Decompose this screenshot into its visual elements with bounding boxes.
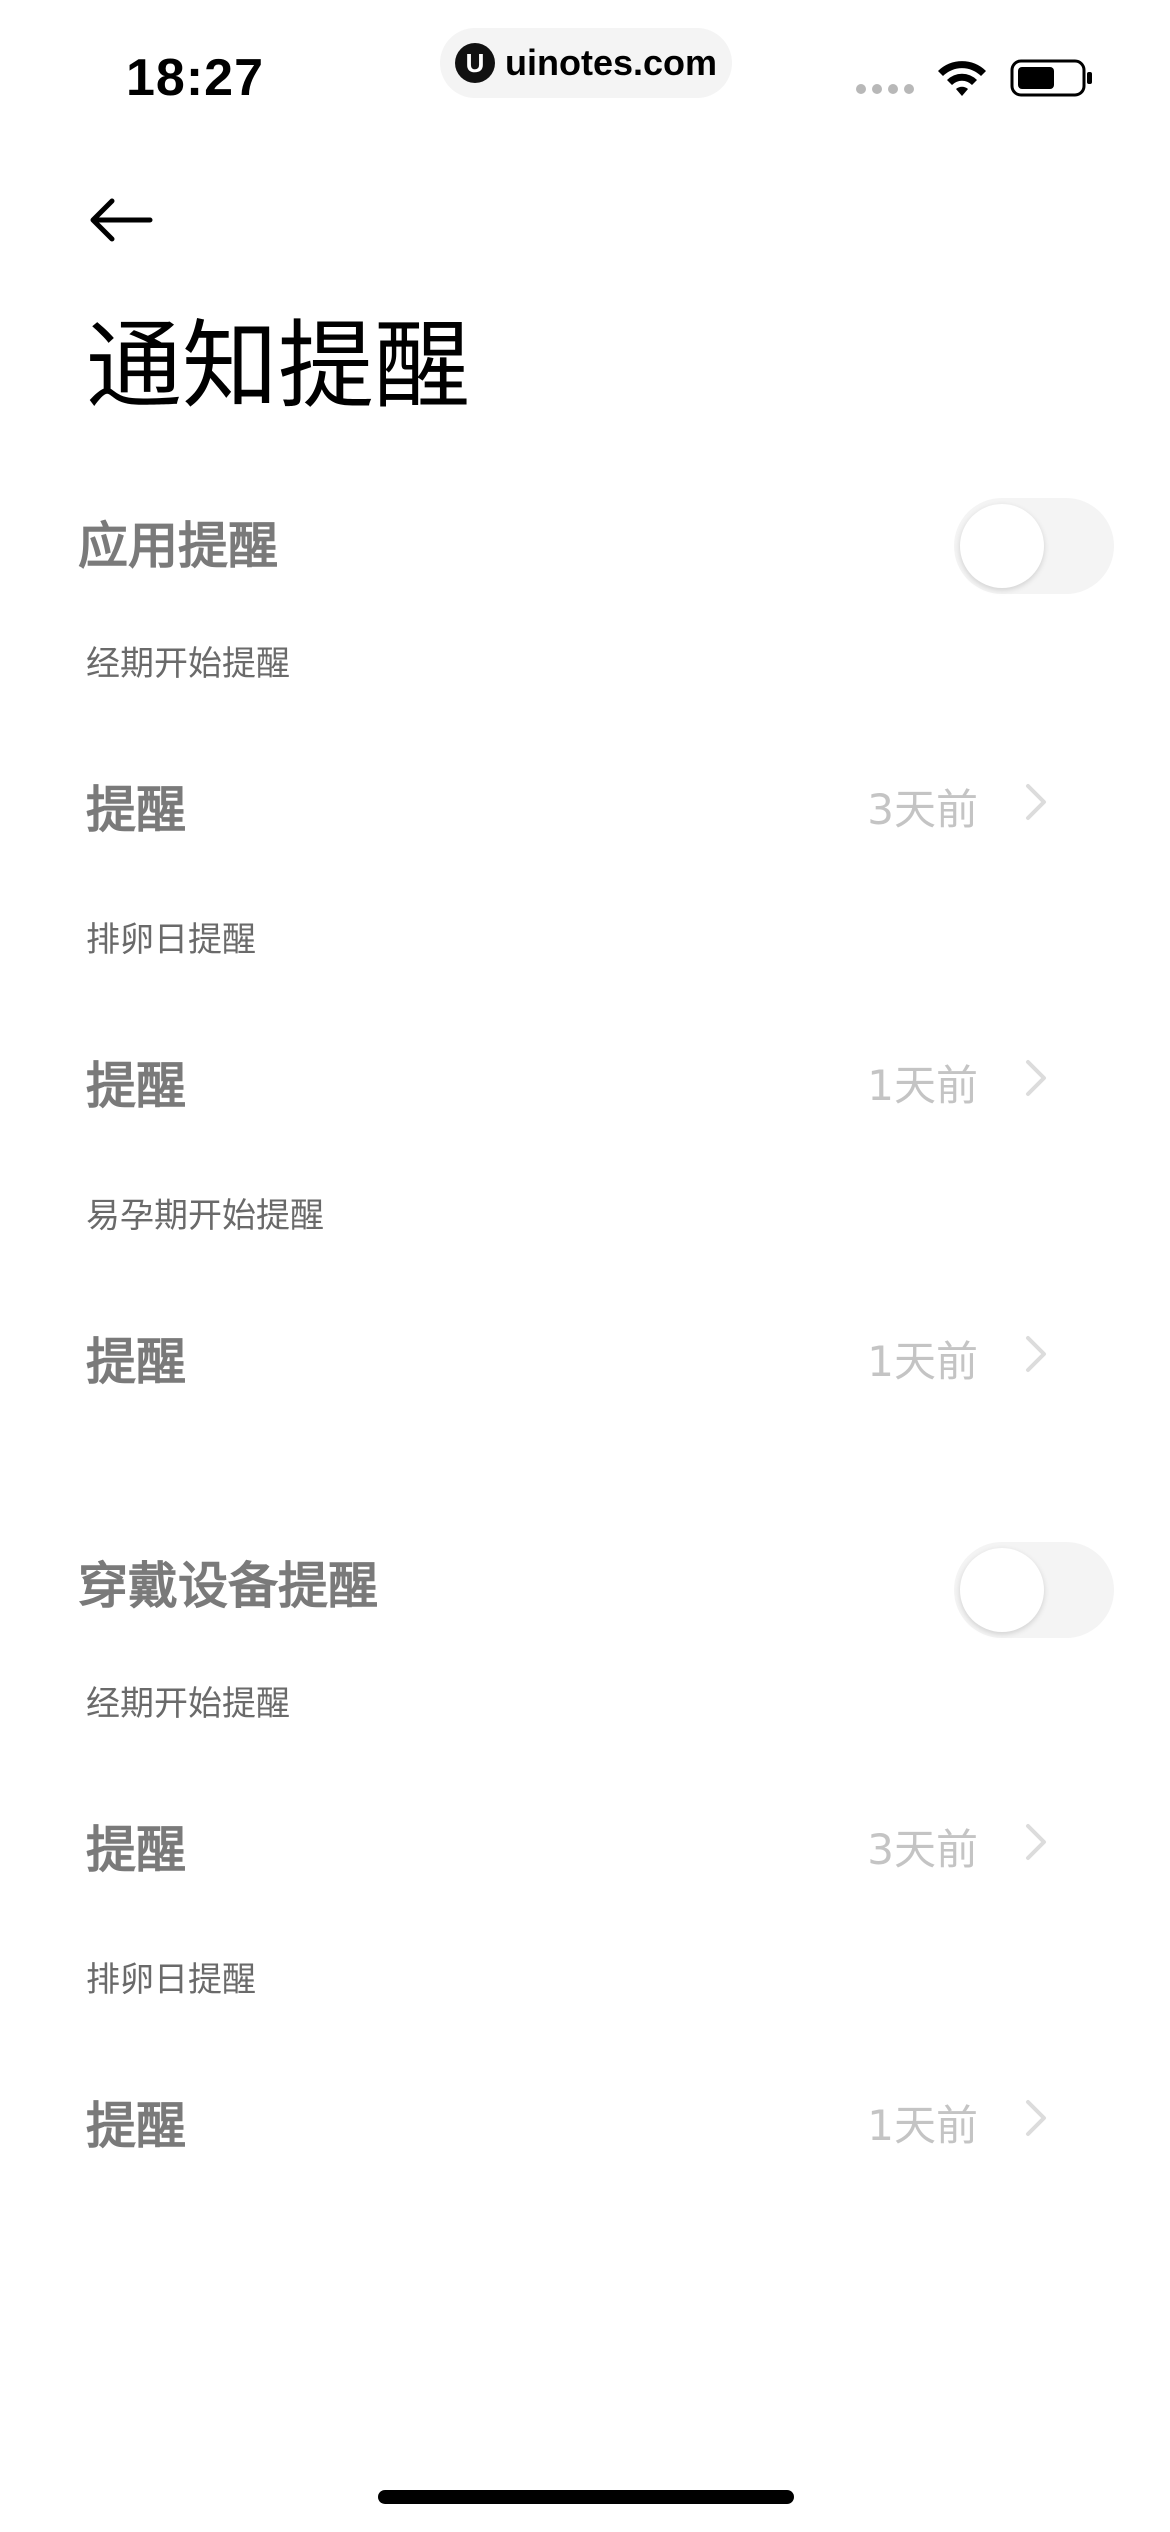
reminder-row-ovulation-day[interactable]: 提醒 1天前 [0, 2062, 1170, 2172]
row-value: 1天前 [867, 1061, 978, 1110]
section-title-app-reminder: 应用提醒 [78, 517, 278, 575]
reminder-row-period-start[interactable]: 提醒 3天前 [0, 1786, 1170, 1896]
row-value: 3天前 [867, 1825, 978, 1874]
reminder-row-fertile-start[interactable]: 提醒 1天前 [0, 1298, 1170, 1408]
row-label: 提醒 [86, 1333, 186, 1391]
page-title: 通知提醒 [86, 310, 470, 422]
row-value: 1天前 [867, 1337, 978, 1386]
back-button[interactable] [86, 190, 156, 250]
row-label: 提醒 [86, 2097, 186, 2155]
arrow-left-icon [90, 198, 153, 242]
toggle-knob [960, 1548, 1044, 1632]
wearable-reminder-toggle[interactable] [954, 1542, 1114, 1638]
cellular-signal-icon [856, 84, 914, 94]
sub-label-period-start: 经期开始提醒 [86, 1684, 290, 1724]
site-logo-icon: U [454, 43, 495, 83]
toggle-knob [960, 504, 1044, 588]
sub-label-period-start: 经期开始提醒 [86, 644, 290, 684]
battery-icon [1010, 59, 1092, 97]
reminder-row-ovulation-day[interactable]: 提醒 1天前 [0, 1022, 1170, 1132]
row-label: 提醒 [86, 1057, 186, 1115]
row-value: 3天前 [867, 785, 978, 834]
chevron-right-icon [1026, 1060, 1046, 1096]
home-indicator [378, 2490, 794, 2504]
app-reminder-toggle[interactable] [954, 498, 1114, 594]
chevron-right-icon [1026, 2100, 1046, 2136]
url-text: uinotes.com [504, 42, 718, 83]
section-title-wearable-reminder: 穿戴设备提醒 [78, 1557, 378, 1615]
url-pill[interactable]: U uinotes.com [440, 28, 732, 98]
chevron-right-icon [1026, 1824, 1046, 1860]
row-value: 1天前 [867, 2101, 978, 2150]
chevron-right-icon [1026, 1336, 1046, 1372]
sub-label-ovulation-day: 排卵日提醒 [86, 920, 256, 960]
row-label: 提醒 [86, 1821, 186, 1879]
chevron-right-icon [1026, 784, 1046, 820]
wifi-icon [938, 61, 986, 96]
sub-label-ovulation-day: 排卵日提醒 [86, 1960, 256, 2000]
sub-label-fertile-start: 易孕期开始提醒 [86, 1196, 324, 1236]
status-time: 18:27 [126, 49, 264, 107]
row-label: 提醒 [86, 781, 186, 839]
reminder-row-period-start[interactable]: 提醒 3天前 [0, 746, 1170, 856]
